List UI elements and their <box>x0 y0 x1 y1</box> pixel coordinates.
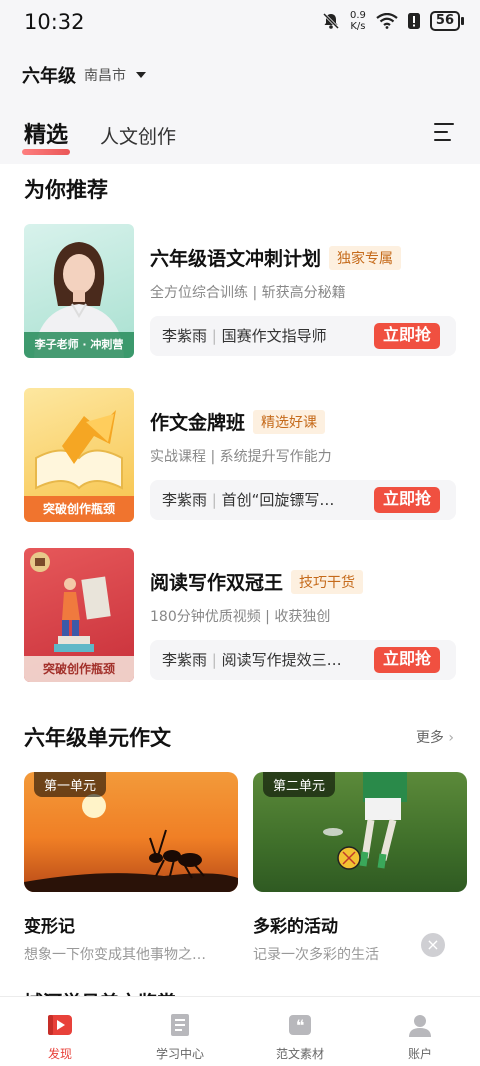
svg-text:❝: ❝ <box>296 1016 305 1035</box>
tab-humanities-creation[interactable]: 人文创作 <box>100 122 176 149</box>
course-card[interactable]: 李子老师 · 冲刺营 六年级语文冲刺计划 独家专属 全方位综合训练 | 斩获高分秘… <box>24 224 456 358</box>
course-thumbnail: 突破创作瓶颈 <box>24 548 134 682</box>
quote-icon: ❝ <box>289 1015 311 1035</box>
unit-title[interactable]: 变形记 <box>24 912 75 937</box>
close-icon[interactable]: × <box>421 933 445 957</box>
buy-now-button[interactable]: 立即抢 <box>374 487 440 513</box>
course-thumbnail: 突破创作瓶颈 <box>24 388 134 522</box>
battery-level: 56 <box>429 11 460 31</box>
buy-now-button[interactable]: 立即抢 <box>374 323 440 349</box>
teacher-bar: 李紫雨 | 国赛作文指导师 立即抢 <box>150 316 456 356</box>
user-icon <box>409 1015 431 1037</box>
caret-down-icon <box>136 72 146 78</box>
grade-label: 六年级 <box>22 66 76 87</box>
course-badge: 独家专属 <box>329 246 402 270</box>
unit-card[interactable]: 第一单元 <box>24 772 238 892</box>
teacher-bar: 李紫雨 | 首创“回旋镖写… 立即抢 <box>150 480 456 520</box>
menu-icon[interactable] <box>434 123 454 147</box>
course-subtitle: 180分钟优质视频 | 收获独创 <box>150 609 331 625</box>
unit-tag: 第二单元 <box>263 772 336 797</box>
status-bar: 10:32 0.9 K/s 56 <box>0 0 480 44</box>
course-subtitle: 全方位综合训练 | 斩获高分秘籍 <box>150 285 346 301</box>
unit-title[interactable]: 多彩的活动 <box>253 912 338 937</box>
course-badge: 精选好课 <box>253 410 326 434</box>
course-subtitle: 实战课程 | 系统提升写作能力 <box>150 449 332 465</box>
course-title: 作文金牌班 精选好课 <box>150 408 326 435</box>
course-card[interactable]: 突破创作瓶颈 作文金牌班 精选好课 实战课程 | 系统提升写作能力 李紫雨 | 首… <box>24 388 456 522</box>
video-play-icon <box>48 1015 72 1035</box>
nav-sample-essays[interactable]: ❝ 范文素材 <box>240 997 360 1066</box>
course-title: 六年级语文冲刺计划 独家专属 <box>150 244 402 271</box>
grade-city-selector[interactable]: 六年级 南昌市 <box>22 62 146 88</box>
status-time: 10:32 <box>24 10 85 34</box>
teacher-info: 李紫雨 | 国赛作文指导师 <box>162 327 327 345</box>
unit-desc: 想象一下你变成其他事物之… <box>24 947 206 963</box>
nav-account[interactable]: 账户 <box>360 997 480 1066</box>
chevron-right-icon: › <box>443 730 454 746</box>
alert-icon <box>407 13 420 29</box>
course-thumbnail: 李子老师 · 冲刺营 <box>24 224 134 358</box>
thumb-caption: 李子老师 · 冲刺营 <box>24 332 134 358</box>
buy-now-button[interactable]: 立即抢 <box>374 647 440 673</box>
bottom-nav: 发现 学习中心 ❝ 范文素材 账户 <box>0 996 480 1066</box>
book-icon <box>171 1014 189 1036</box>
section-title-units: 六年级单元作文 <box>24 726 171 750</box>
battery-tip <box>461 17 464 25</box>
course-badge: 技巧干货 <box>291 570 364 594</box>
course-card[interactable]: 突破创作瓶颈 阅读写作双冠王 技巧干货 180分钟优质视频 | 收获独创 李紫雨 … <box>24 548 456 682</box>
unit-desc: 记录一次多彩的生活 <box>253 947 379 963</box>
thumb-caption: 突破创作瓶颈 <box>24 496 134 522</box>
teacher-info: 李紫雨 | 阅读写作提效三… <box>162 651 342 669</box>
tab-bar: 精选 人文创作 <box>21 117 176 155</box>
thumb-caption: 突破创作瓶颈 <box>24 656 134 682</box>
status-icons: 0.9 K/s 56 <box>322 10 464 32</box>
teacher-info: 李紫雨 | 首创“回旋镖写… <box>162 491 335 509</box>
city-label: 南昌市 <box>84 68 126 84</box>
wifi-icon <box>376 13 398 29</box>
course-title: 阅读写作双冠王 技巧干货 <box>150 568 364 595</box>
more-link[interactable]: 更多 › <box>416 727 454 747</box>
mute-icon <box>322 12 340 30</box>
net-speed: 0.9 K/s <box>350 10 366 32</box>
unit-card[interactable]: 第二单元 <box>253 772 467 892</box>
nav-study-center[interactable]: 学习中心 <box>120 997 240 1066</box>
section-title-recommend: 为你推荐 <box>24 178 108 202</box>
unit-tag: 第一单元 <box>34 772 107 797</box>
tab-featured[interactable]: 精选 <box>21 117 71 155</box>
teacher-bar: 李紫雨 | 阅读写作提效三… 立即抢 <box>150 640 456 680</box>
nav-discover[interactable]: 发现 <box>0 997 120 1066</box>
